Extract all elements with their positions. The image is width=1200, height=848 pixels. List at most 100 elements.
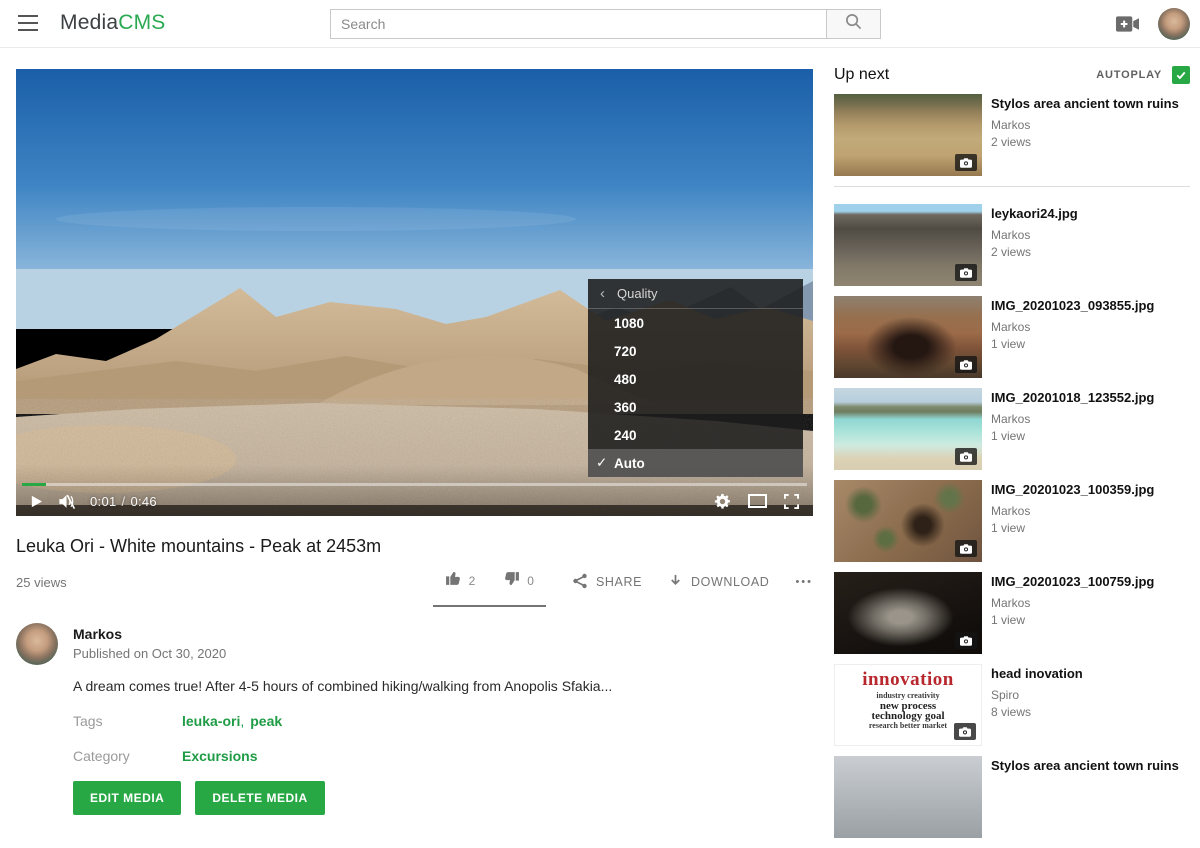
dislike-button[interactable]: 0 bbox=[503, 570, 534, 592]
author-avatar[interactable] bbox=[16, 623, 58, 665]
tags-label: Tags bbox=[73, 713, 182, 729]
up-next-item-5[interactable]: IMG_20201023_100359.jpg Markos 1 view bbox=[834, 480, 1190, 562]
item-views: 1 view bbox=[991, 521, 1154, 535]
duration: 0:46 bbox=[130, 494, 157, 509]
logo-media-text: Media bbox=[60, 11, 118, 34]
camera-icon bbox=[955, 632, 977, 649]
share-button[interactable]: SHARE bbox=[572, 573, 642, 592]
thumbnail-mountain-scree bbox=[834, 204, 982, 286]
back-chevron-icon: ‹ bbox=[600, 285, 605, 302]
share-icon bbox=[572, 573, 588, 592]
settings-gear-icon[interactable] bbox=[714, 493, 731, 510]
meta-row: 25 views 2 0 bbox=[16, 565, 813, 599]
quality-option-auto-selected[interactable]: ✓ Auto bbox=[588, 449, 803, 477]
up-next-item-2[interactable]: leykaori24.jpg Markos 2 views bbox=[834, 204, 1190, 286]
up-next-title: Up next bbox=[834, 66, 889, 84]
thumbnail-rocky-ruins bbox=[834, 94, 982, 176]
quality-menu-title: Quality bbox=[617, 286, 657, 301]
quality-menu: ‹ Quality 1080 720 480 360 240 ✓ Auto bbox=[588, 279, 803, 477]
camera-icon bbox=[955, 264, 977, 281]
quality-option-720[interactable]: 720 bbox=[588, 337, 803, 365]
item-title: leykaori24.jpg bbox=[991, 206, 1078, 222]
up-next-item-8[interactable]: Stylos area ancient town ruins bbox=[834, 756, 1190, 838]
download-button[interactable]: DOWNLOAD bbox=[668, 573, 769, 591]
delete-media-button[interactable]: DELETE MEDIA bbox=[195, 781, 324, 815]
tags-row: Tags leuka-ori,peak bbox=[73, 713, 813, 729]
search-button[interactable] bbox=[826, 9, 881, 39]
camera-icon bbox=[955, 356, 977, 373]
dislike-count: 0 bbox=[527, 574, 534, 588]
autoplay-checkbox[interactable] bbox=[1172, 66, 1190, 84]
camera-icon bbox=[955, 448, 977, 465]
author-name[interactable]: Markos bbox=[73, 626, 226, 642]
quality-option-240[interactable]: 240 bbox=[588, 421, 803, 449]
thumbnail-cave-dwelling bbox=[834, 296, 982, 378]
item-author: Markos bbox=[991, 412, 1154, 426]
play-button[interactable] bbox=[30, 495, 43, 508]
like-count: 2 bbox=[469, 574, 476, 588]
theater-mode-icon[interactable] bbox=[748, 494, 767, 508]
share-label: SHARE bbox=[596, 575, 642, 589]
main-content: ‹ Quality 1080 720 480 360 240 ✓ Auto bbox=[16, 69, 813, 815]
item-author: Markos bbox=[991, 504, 1154, 518]
category-link[interactable]: Excursions bbox=[182, 748, 257, 764]
item-title: IMG_20201023_100359.jpg bbox=[991, 482, 1154, 498]
item-title: Stylos area ancient town ruins bbox=[991, 96, 1179, 112]
fullscreen-icon[interactable] bbox=[784, 494, 799, 509]
quality-option-1080[interactable]: 1080 bbox=[588, 309, 803, 337]
check-icon: ✓ bbox=[596, 455, 614, 471]
thumbnail-cloudy-gray bbox=[834, 756, 982, 838]
sidebar-divider bbox=[834, 186, 1190, 187]
tag-link-leuka-ori[interactable]: leuka-ori bbox=[182, 713, 240, 729]
item-author: Markos bbox=[991, 228, 1078, 242]
up-next-item-6[interactable]: IMG_20201023_100759.jpg Markos 1 view bbox=[834, 572, 1190, 654]
item-views: 1 view bbox=[991, 337, 1154, 351]
author-row: Markos Published on Oct 30, 2020 bbox=[16, 623, 813, 665]
download-label: DOWNLOAD bbox=[691, 575, 769, 589]
upload-media-icon[interactable] bbox=[1116, 16, 1139, 37]
menu-icon[interactable] bbox=[18, 15, 38, 31]
video-player[interactable]: ‹ Quality 1080 720 480 360 240 ✓ Auto bbox=[16, 69, 813, 516]
item-author: Spiro bbox=[991, 688, 1083, 702]
camera-icon bbox=[955, 540, 977, 557]
autoplay-label: AUTOPLAY bbox=[1096, 69, 1162, 81]
edit-media-button[interactable]: EDIT MEDIA bbox=[73, 781, 181, 815]
item-views: 1 view bbox=[991, 613, 1154, 627]
up-next-item-1[interactable]: Stylos area ancient town ruins Markos 2 … bbox=[834, 94, 1190, 176]
user-avatar[interactable] bbox=[1158, 8, 1190, 40]
item-title: IMG_20201023_093855.jpg bbox=[991, 298, 1154, 314]
volume-muted-icon[interactable] bbox=[57, 492, 76, 511]
more-options-icon[interactable]: ••• bbox=[795, 576, 813, 588]
time-display: 0:01/0:46 bbox=[90, 494, 157, 509]
search-bar bbox=[330, 9, 881, 39]
item-views: 8 views bbox=[991, 705, 1083, 719]
category-label: Category bbox=[73, 748, 182, 764]
up-next-item-3[interactable]: IMG_20201023_093855.jpg Markos 1 view bbox=[834, 296, 1190, 378]
thumbs-up-icon bbox=[445, 570, 462, 592]
thumbnail-innovation-wordcloud: innovation industry creativity new proce… bbox=[834, 664, 982, 746]
thumbnail-cliff-vegetation bbox=[834, 480, 982, 562]
app-logo[interactable]: MediaCMS bbox=[60, 11, 165, 35]
camera-icon bbox=[954, 723, 976, 740]
item-title: IMG_20201023_100759.jpg bbox=[991, 574, 1154, 590]
up-next-item-4[interactable]: IMG_20201018_123552.jpg Markos 1 view bbox=[834, 388, 1190, 470]
like-button[interactable]: 2 bbox=[445, 570, 476, 592]
search-input[interactable] bbox=[330, 9, 826, 39]
published-date: Published on Oct 30, 2020 bbox=[73, 646, 226, 661]
item-views: 2 views bbox=[991, 135, 1179, 149]
tag-link-peak[interactable]: peak bbox=[250, 713, 282, 729]
top-bar: MediaCMS bbox=[0, 0, 1200, 48]
item-title: Stylos area ancient town ruins bbox=[991, 758, 1179, 774]
item-author: Markos bbox=[991, 596, 1154, 610]
up-next-item-7[interactable]: innovation industry creativity new proce… bbox=[834, 664, 1190, 746]
search-icon bbox=[845, 13, 862, 35]
quality-menu-header[interactable]: ‹ Quality bbox=[588, 279, 803, 309]
quality-option-480[interactable]: 480 bbox=[588, 365, 803, 393]
player-controls: 0:01/0:46 bbox=[16, 486, 813, 516]
view-count: 25 views bbox=[16, 575, 67, 590]
quality-option-360[interactable]: 360 bbox=[588, 393, 803, 421]
item-author: Markos bbox=[991, 118, 1179, 132]
media-description: A dream comes true! After 4-5 hours of c… bbox=[73, 678, 813, 694]
category-row: Category Excursions bbox=[73, 748, 813, 764]
up-next-sidebar: Up next AUTOPLAY Stylos area ancient tow… bbox=[834, 66, 1190, 848]
